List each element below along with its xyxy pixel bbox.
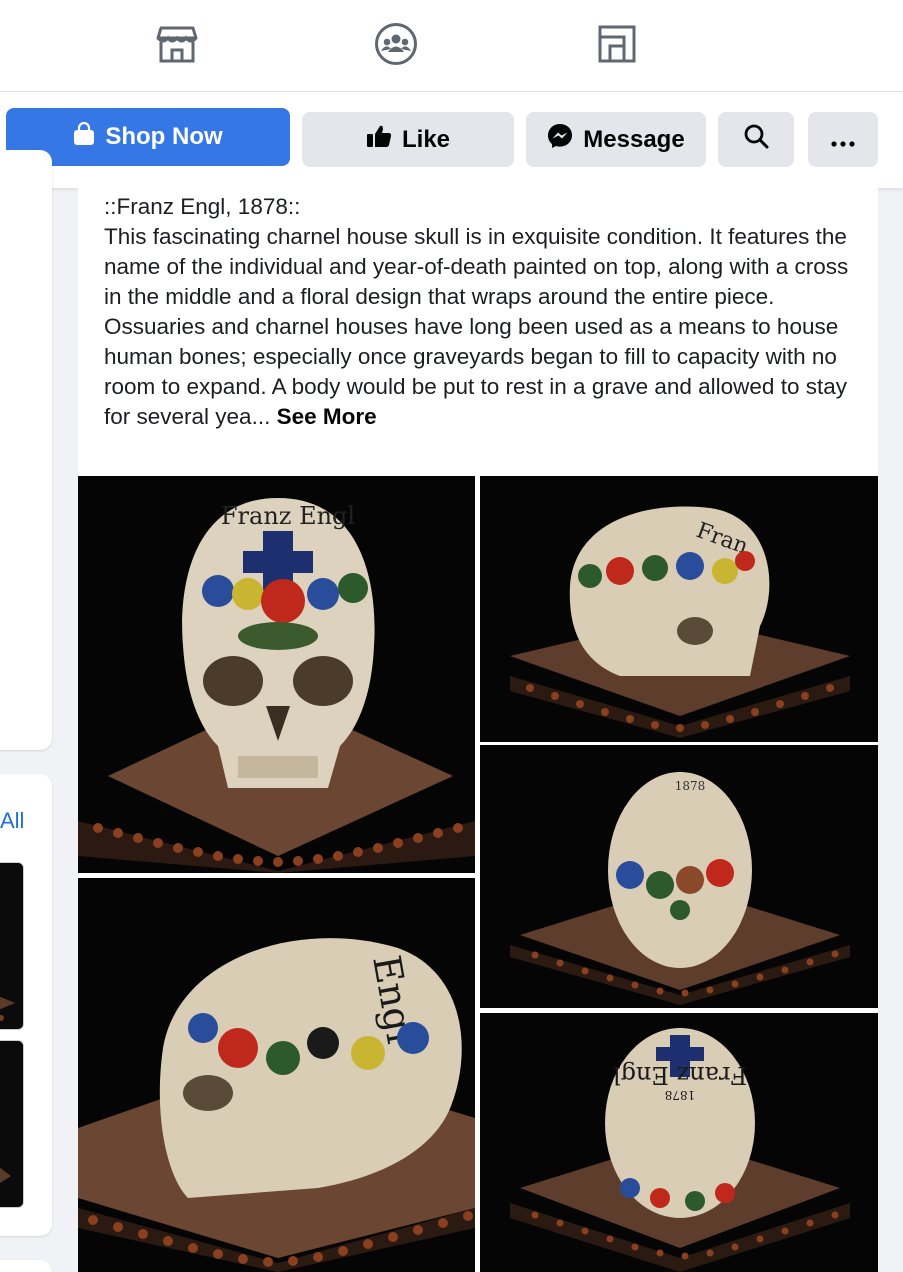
see-more-link[interactable]: See More [277,404,377,429]
svg-text:1878: 1878 [675,779,706,793]
skull-front-photo[interactable]: Franz Engl [78,476,475,873]
more-dots-icon [831,126,855,154]
post-body-text: This fascinating charnel house skull is … [104,224,849,429]
sidebar-photo-thumbnail[interactable] [0,1040,24,1208]
search-icon [743,123,769,156]
see-all-link[interactable]: All [0,808,24,834]
svg-text:1878: 1878 [665,1088,696,1102]
skull-side-right-photo[interactable]: Fran [480,476,878,742]
skull-top-photo[interactable]: Franz Engl 1878 [480,1013,878,1272]
svg-text:Franz Engl: Franz Engl [221,502,355,530]
message-label: Message [583,125,685,153]
groups-icon[interactable] [374,22,418,66]
skull-side-left-photo[interactable]: Engl [78,878,475,1272]
sidebar-photo-thumbnail[interactable] [0,862,24,1030]
svg-text:Franz Engl: Franz Engl [613,1061,747,1089]
like-button[interactable]: Like [302,112,514,167]
more-options-button[interactable] [808,112,878,167]
like-label: Like [401,125,451,153]
thumbs-up-icon [366,124,392,155]
post-title-line: ::Franz Engl, 1878:: [104,194,301,219]
search-button[interactable] [718,112,794,167]
page-action-bar: Shop Now Like Message [0,92,903,188]
left-card-partial [0,1260,52,1272]
shop-icon[interactable] [155,22,199,66]
shopping-bag-icon [73,121,95,153]
messenger-icon [547,123,573,156]
pages-icon[interactable] [595,22,639,66]
post-body: This fascinating charnel house skull is … [104,222,854,432]
left-info-card [0,150,52,750]
top-navigation [0,0,903,92]
shop-now-label: Shop Now [105,123,223,150]
message-button[interactable]: Message [526,112,706,167]
post-card: ::Franz Engl, 1878:: This fascinating ch… [78,188,878,1272]
skull-back-photo[interactable]: 1878 [480,745,878,1008]
post-text: ::Franz Engl, 1878:: This fascinating ch… [104,192,854,432]
